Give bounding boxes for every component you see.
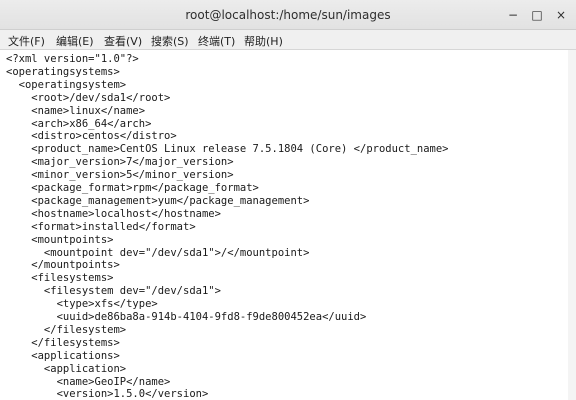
menu-file[interactable]: 文件(F) [8,33,45,49]
menu-edit[interactable]: 编辑(E) [56,33,94,49]
terminal-line: <product_name>CentOS Linux release 7.5.1… [6,143,449,156]
terminal-line: <name>GeoIP</name> [6,375,171,388]
terminal-line: </filesystem> [6,323,127,336]
terminal-line: <distro>centos</distro> [6,130,177,143]
menu-view[interactable]: 查看(V) [104,33,142,49]
terminal-line: <mountpoints> [6,233,114,246]
maximize-icon[interactable]: □ [528,6,546,24]
terminal-line: <version>1.5.0</version> [6,388,209,400]
minimize-icon[interactable]: − [504,6,522,24]
terminal-line: <package_format>rpm</package_format> [6,182,259,194]
terminal-line: <filesystems> [6,272,114,285]
terminal-line: </filesystems> [6,336,120,349]
terminal-window: root@localhost:/home/sun/images − □ × 文件… [0,0,576,400]
menu-help[interactable]: 帮助(H) [244,33,283,49]
terminal-line: <operatingsystem> [6,78,127,91]
menu-bar: 文件(F) 编辑(E) 查看(V) 搜索(S) 终端(T) 帮助(H) [0,30,576,50]
terminal-line: <applications> [6,349,120,362]
terminal-line: <root>/dev/sda1</root> [6,91,171,104]
close-icon[interactable]: × [552,6,570,24]
terminal-line: <mountpoint dev="/dev/sda1">/</mountpoin… [6,246,310,259]
terminal-line: <minor_version>5</minor_version> [6,169,234,182]
window-title: root@localhost:/home/sun/images [185,8,391,22]
terminal-line: <format>installed</format> [6,220,196,233]
menu-terminal[interactable]: 终端(T) [198,33,235,49]
terminal-line: <application> [6,362,127,375]
terminal-line: <hostname>localhost</hostname> [6,207,221,220]
scrollbar[interactable] [568,50,576,400]
terminal-line: <operatingsystems> [6,65,120,78]
title-bar[interactable]: root@localhost:/home/sun/images − □ × [0,0,576,30]
terminal-line: <arch>x86_64</arch> [6,117,152,130]
terminal-line: <type>xfs</type> [6,298,158,311]
terminal-line: <uuid>de86ba8a-914b-4104-9fd8-f9de800452… [6,311,367,323]
terminal-line: </mountpoints> [6,259,120,272]
menu-search[interactable]: 搜索(S) [151,33,189,49]
terminal-line: <?xml version="1.0"?> [6,53,139,65]
terminal-line: <name>linux</name> [6,104,146,117]
terminal-line: <major_version>7</major_version> [6,156,234,169]
terminal-line: <package_management>yum</package_managem… [6,194,310,207]
terminal-output[interactable]: <?xml version="1.0"?> <operatingsystems> … [0,50,576,400]
terminal-line: <filesystem dev="/dev/sda1"> [6,285,221,298]
